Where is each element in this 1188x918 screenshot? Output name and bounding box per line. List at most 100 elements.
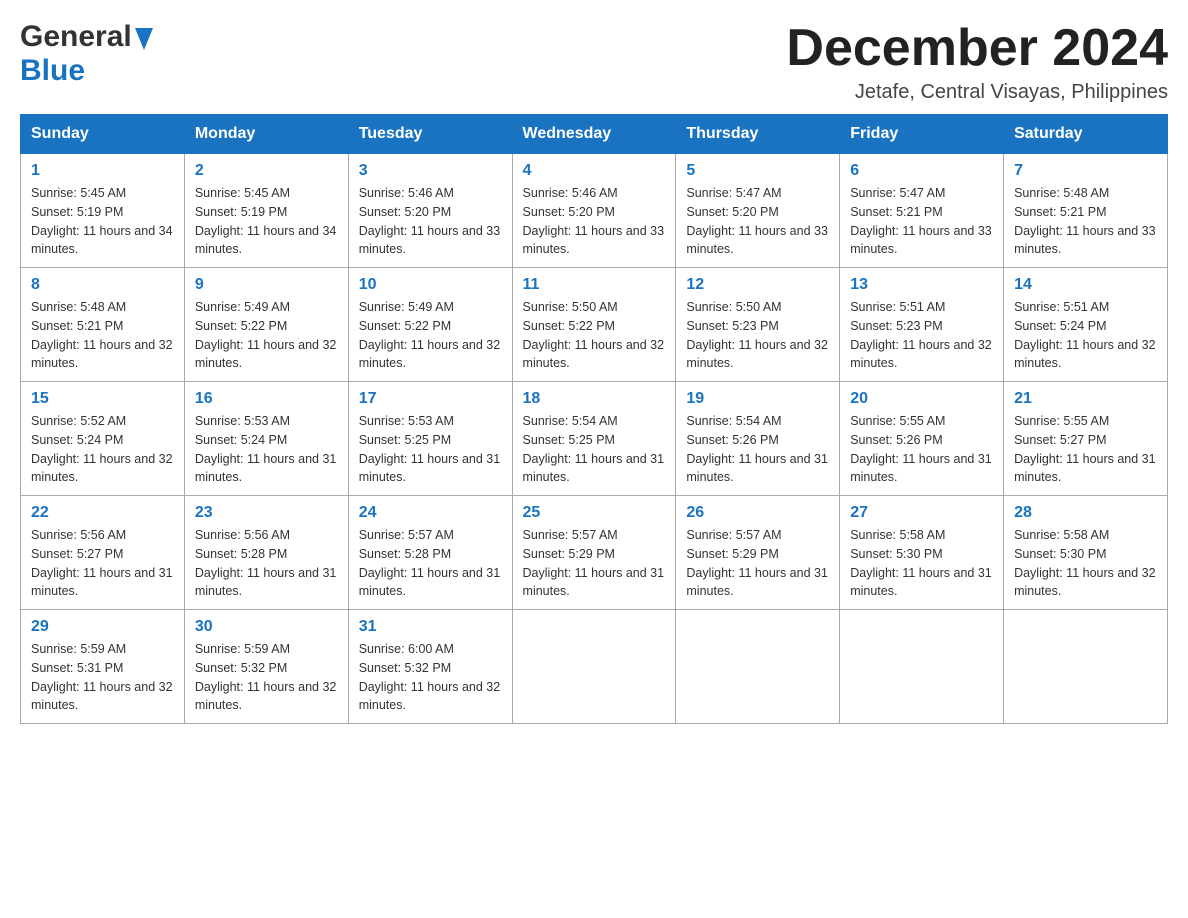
day-info: Sunrise: 5:57 AMSunset: 5:29 PMDaylight:…: [523, 526, 666, 601]
day-number: 30: [195, 618, 338, 636]
col-wednesday: Wednesday: [512, 115, 676, 154]
table-row: 29 Sunrise: 5:59 AMSunset: 5:31 PMDayligh…: [21, 610, 185, 724]
day-info: Sunrise: 5:52 AMSunset: 5:24 PMDaylight:…: [31, 412, 174, 487]
day-number: 24: [359, 504, 502, 522]
table-row: 9 Sunrise: 5:49 AMSunset: 5:22 PMDaylight…: [184, 268, 348, 382]
calendar-week-row: 8Sunrise: 5:48 AMSunset: 5:21 PMDaylight…: [21, 268, 1168, 382]
day-number: 27: [850, 504, 993, 522]
table-row: 4 Sunrise: 5:46 AMSunset: 5:20 PMDaylight…: [512, 154, 676, 268]
table-row: 26Sunrise: 5:57 AMSunset: 5:29 PMDayligh…: [676, 496, 840, 610]
calendar-body: 1 Sunrise: 5:45 AMSunset: 5:19 PMDaylight…: [21, 154, 1168, 724]
day-number: 7: [1014, 162, 1157, 180]
page-header: General Blue December 2024 Jetafe, Centr…: [20, 20, 1168, 104]
table-row: [512, 610, 676, 724]
day-number: 8: [31, 276, 174, 294]
day-info: Sunrise: 5:45 AMSunset: 5:19 PMDaylight:…: [195, 184, 338, 259]
table-row: 1 Sunrise: 5:45 AMSunset: 5:19 PMDaylight…: [21, 154, 185, 268]
table-row: 11Sunrise: 5:50 AMSunset: 5:22 PMDayligh…: [512, 268, 676, 382]
day-number: 22: [31, 504, 174, 522]
table-row: 24Sunrise: 5:57 AMSunset: 5:28 PMDayligh…: [348, 496, 512, 610]
logo: General Blue: [20, 20, 153, 88]
col-saturday: Saturday: [1004, 115, 1168, 154]
day-number: 31: [359, 618, 502, 636]
col-thursday: Thursday: [676, 115, 840, 154]
day-info: Sunrise: 5:58 AMSunset: 5:30 PMDaylight:…: [1014, 526, 1157, 601]
table-row: 13 Sunrise: 5:51 AMSunset: 5:23 PMDayligh…: [840, 268, 1004, 382]
table-row: 5 Sunrise: 5:47 AMSunset: 5:20 PMDaylight…: [676, 154, 840, 268]
table-row: [1004, 610, 1168, 724]
day-number: 29: [31, 618, 174, 636]
day-number: 18: [523, 390, 666, 408]
day-info: Sunrise: 5:55 AMSunset: 5:26 PMDaylight:…: [850, 412, 993, 487]
table-row: 21 Sunrise: 5:55 AMSunset: 5:27 PMDayligh…: [1004, 382, 1168, 496]
table-row: 14 Sunrise: 5:51 AMSunset: 5:24 PMDayligh…: [1004, 268, 1168, 382]
day-info: Sunrise: 5:47 AMSunset: 5:21 PMDaylight:…: [850, 184, 993, 259]
table-row: 22 Sunrise: 5:56 AMSunset: 5:27 PMDayligh…: [21, 496, 185, 610]
day-info: Sunrise: 5:50 AMSunset: 5:23 PMDaylight:…: [686, 298, 829, 373]
col-friday: Friday: [840, 115, 1004, 154]
day-number: 14: [1014, 276, 1157, 294]
table-row: 28Sunrise: 5:58 AMSunset: 5:30 PMDayligh…: [1004, 496, 1168, 610]
table-row: 23 Sunrise: 5:56 AMSunset: 5:28 PMDayligh…: [184, 496, 348, 610]
col-tuesday: Tuesday: [348, 115, 512, 154]
day-number: 3: [359, 162, 502, 180]
day-info: Sunrise: 5:49 AMSunset: 5:22 PMDaylight:…: [359, 298, 502, 373]
day-info: Sunrise: 5:48 AMSunset: 5:21 PMDaylight:…: [1014, 184, 1157, 259]
day-info: Sunrise: 5:54 AMSunset: 5:26 PMDaylight:…: [686, 412, 829, 487]
day-info: Sunrise: 5:57 AMSunset: 5:29 PMDaylight:…: [686, 526, 829, 601]
table-row: 17 Sunrise: 5:53 AMSunset: 5:25 PMDayligh…: [348, 382, 512, 496]
day-number: 11: [523, 276, 666, 294]
day-number: 2: [195, 162, 338, 180]
day-number: 4: [523, 162, 666, 180]
day-info: Sunrise: 5:56 AMSunset: 5:27 PMDaylight:…: [31, 526, 174, 601]
day-number: 12: [686, 276, 829, 294]
day-info: Sunrise: 5:53 AMSunset: 5:25 PMDaylight:…: [359, 412, 502, 487]
day-number: 10: [359, 276, 502, 294]
day-info: Sunrise: 5:46 AMSunset: 5:20 PMDaylight:…: [359, 184, 502, 259]
day-number: 5: [686, 162, 829, 180]
day-number: 19: [686, 390, 829, 408]
table-row: 30Sunrise: 5:59 AMSunset: 5:32 PMDayligh…: [184, 610, 348, 724]
day-info: Sunrise: 5:51 AMSunset: 5:24 PMDaylight:…: [1014, 298, 1157, 373]
table-row: 20 Sunrise: 5:55 AMSunset: 5:26 PMDayligh…: [840, 382, 1004, 496]
day-info: Sunrise: 5:47 AMSunset: 5:20 PMDaylight:…: [686, 184, 829, 259]
table-row: [840, 610, 1004, 724]
table-row: 16Sunrise: 5:53 AMSunset: 5:24 PMDayligh…: [184, 382, 348, 496]
day-number: 1: [31, 162, 174, 180]
table-row: [676, 610, 840, 724]
day-info: Sunrise: 5:56 AMSunset: 5:28 PMDaylight:…: [195, 526, 338, 601]
table-row: 8Sunrise: 5:48 AMSunset: 5:21 PMDaylight…: [21, 268, 185, 382]
calendar-week-row: 1 Sunrise: 5:45 AMSunset: 5:19 PMDaylight…: [21, 154, 1168, 268]
day-info: Sunrise: 5:59 AMSunset: 5:31 PMDaylight:…: [31, 640, 174, 715]
day-number: 9: [195, 276, 338, 294]
calendar-table: Sunday Monday Tuesday Wednesday Thursday…: [20, 114, 1168, 724]
day-number: 13: [850, 276, 993, 294]
table-row: 27 Sunrise: 5:58 AMSunset: 5:30 PMDayligh…: [840, 496, 1004, 610]
day-info: Sunrise: 5:53 AMSunset: 5:24 PMDaylight:…: [195, 412, 338, 487]
day-info: Sunrise: 5:58 AMSunset: 5:30 PMDaylight:…: [850, 526, 993, 601]
title-section: December 2024 Jetafe, Central Visayas, P…: [786, 20, 1168, 104]
logo-text-blue: Blue: [20, 54, 85, 88]
day-number: 17: [359, 390, 502, 408]
table-row: 15 Sunrise: 5:52 AMSunset: 5:24 PMDayligh…: [21, 382, 185, 496]
day-number: 20: [850, 390, 993, 408]
day-info: Sunrise: 5:46 AMSunset: 5:20 PMDaylight:…: [523, 184, 666, 259]
calendar-week-row: 15 Sunrise: 5:52 AMSunset: 5:24 PMDayligh…: [21, 382, 1168, 496]
day-number: 6: [850, 162, 993, 180]
logo-arrow-icon: [135, 28, 153, 50]
day-number: 15: [31, 390, 174, 408]
table-row: 7 Sunrise: 5:48 AMSunset: 5:21 PMDaylight…: [1004, 154, 1168, 268]
table-row: 25Sunrise: 5:57 AMSunset: 5:29 PMDayligh…: [512, 496, 676, 610]
table-row: 2 Sunrise: 5:45 AMSunset: 5:19 PMDaylight…: [184, 154, 348, 268]
day-number: 23: [195, 504, 338, 522]
table-row: 18Sunrise: 5:54 AMSunset: 5:25 PMDayligh…: [512, 382, 676, 496]
table-row: 12 Sunrise: 5:50 AMSunset: 5:23 PMDayligh…: [676, 268, 840, 382]
day-number: 21: [1014, 390, 1157, 408]
day-info: Sunrise: 5:45 AMSunset: 5:19 PMDaylight:…: [31, 184, 174, 259]
day-info: Sunrise: 5:51 AMSunset: 5:23 PMDaylight:…: [850, 298, 993, 373]
calendar-week-row: 22 Sunrise: 5:56 AMSunset: 5:27 PMDayligh…: [21, 496, 1168, 610]
day-info: Sunrise: 5:49 AMSunset: 5:22 PMDaylight:…: [195, 298, 338, 373]
month-title: December 2024: [786, 20, 1168, 77]
day-info: Sunrise: 5:55 AMSunset: 5:27 PMDaylight:…: [1014, 412, 1157, 487]
day-info: Sunrise: 6:00 AMSunset: 5:32 PMDaylight:…: [359, 640, 502, 715]
